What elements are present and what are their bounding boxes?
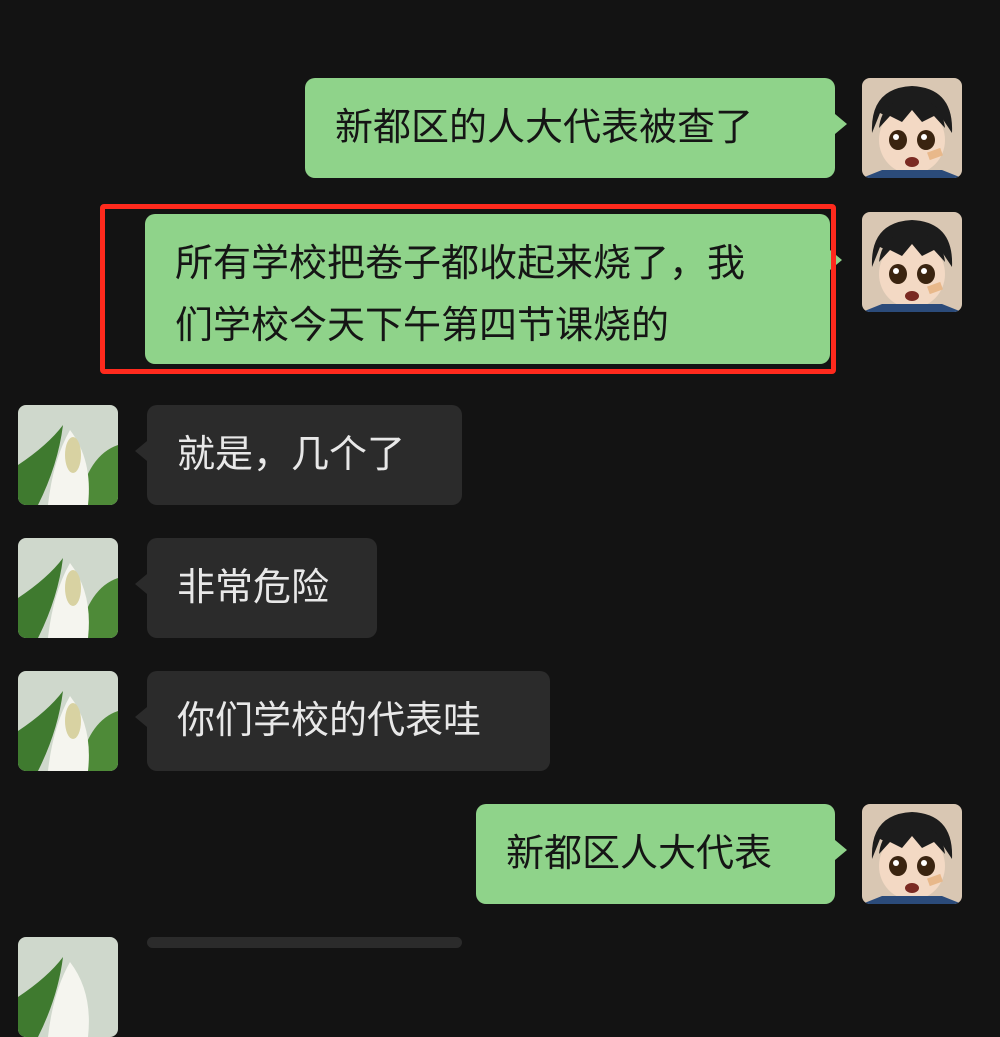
message-bubble-incoming[interactable]: 你们学校的代表哇 [135,671,550,771]
message-text: 新都区人大代表 [506,831,773,875]
bubble-tail [135,441,147,461]
message-bubble-incoming[interactable]: 就是，几个了 [135,405,462,505]
message-bubble-incoming[interactable]: 非常危险 [135,538,377,638]
bubble-tail [835,114,847,134]
anime-boy-avatar-icon [862,804,962,904]
contact-avatar[interactable] [18,937,118,1037]
chat-screen: 新都区的人大代表被查了 所有学校把卷子都收起来烧了，我 们学校今天下午第四节课烧… [0,0,1000,1037]
white-flower-avatar-icon [18,538,118,638]
message-text: 新都区的人大代表被查了 [335,105,754,149]
bubble-tail [135,707,147,727]
bubble-tail [835,840,847,860]
message-text: 就是，几个了 [177,432,406,476]
contact-avatar[interactable] [18,538,118,638]
message-bubble-incoming-partial[interactable] [147,937,462,948]
self-avatar[interactable] [862,804,962,904]
anime-boy-avatar-icon [862,212,962,312]
bubble-tail [135,574,147,594]
red-highlight-box [100,204,836,374]
white-flower-avatar-icon [18,937,118,1037]
white-flower-avatar-icon [18,671,118,771]
white-flower-avatar-icon [18,405,118,505]
message-bubble-outgoing[interactable]: 新都区的人大代表被查了 [305,78,847,178]
contact-avatar[interactable] [18,405,118,505]
message-text: 你们学校的代表哇 [177,698,482,742]
self-avatar[interactable] [862,212,962,312]
contact-avatar[interactable] [18,671,118,771]
message-bubble-outgoing[interactable]: 新都区人大代表 [476,804,847,904]
message-text: 非常危险 [177,565,330,609]
anime-boy-avatar-icon [862,78,962,178]
self-avatar[interactable] [862,78,962,178]
